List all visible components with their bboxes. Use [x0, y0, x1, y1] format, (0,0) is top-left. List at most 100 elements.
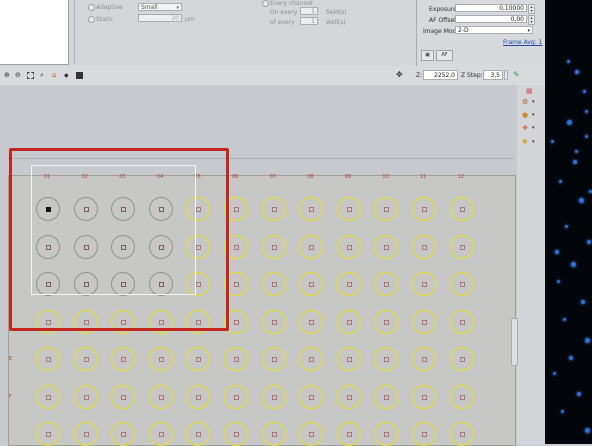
- chevron-down-icon[interactable]: ▾: [532, 125, 535, 131]
- well-site[interactable]: [309, 357, 315, 362]
- well[interactable]: [412, 272, 436, 296]
- af-button[interactable]: AF: [436, 50, 453, 61]
- well[interactable]: [336, 384, 361, 409]
- well-site[interactable]: [46, 394, 51, 400]
- lightbulb-icon[interactable]: ✱: [522, 138, 528, 146]
- well[interactable]: [336, 272, 361, 296]
- well-site[interactable]: [46, 432, 51, 437]
- well[interactable]: [186, 384, 211, 409]
- well[interactable]: [36, 422, 60, 446]
- well-site[interactable]: [422, 207, 427, 212]
- well[interactable]: [412, 422, 436, 446]
- pencil-icon[interactable]: ✎: [513, 70, 520, 79]
- well-site[interactable]: [46, 357, 51, 362]
- well-site[interactable]: [271, 319, 277, 325]
- well-site[interactable]: [271, 282, 277, 287]
- wells-tool-icon[interactable]: ⚙: [522, 98, 528, 106]
- well[interactable]: [374, 384, 399, 409]
- well-site[interactable]: [422, 432, 427, 437]
- well-site[interactable]: [384, 432, 390, 437]
- well[interactable]: [148, 347, 173, 371]
- well[interactable]: [111, 422, 136, 446]
- well[interactable]: [449, 422, 474, 446]
- well-site[interactable]: [271, 244, 277, 250]
- well-site[interactable]: [459, 282, 465, 287]
- well-site[interactable]: [234, 432, 239, 437]
- well-site[interactable]: [346, 207, 352, 212]
- every-channel-radio[interactable]: [262, 0, 269, 7]
- well[interactable]: [336, 309, 361, 334]
- af-offset-spinner[interactable]: ▴ ▾: [528, 15, 535, 25]
- dots-tool-icon[interactable]: ●: [522, 111, 528, 119]
- well[interactable]: [336, 197, 361, 221]
- well-site[interactable]: [271, 432, 277, 437]
- well-site[interactable]: [83, 357, 89, 362]
- well[interactable]: [299, 197, 324, 221]
- well-site[interactable]: [346, 432, 352, 437]
- z-field[interactable]: 2252,0: [423, 70, 458, 80]
- well-site[interactable]: [459, 394, 465, 400]
- well-site[interactable]: [384, 394, 390, 400]
- well-site[interactable]: [121, 394, 127, 400]
- well-site[interactable]: [384, 357, 390, 362]
- well-site[interactable]: [158, 357, 164, 362]
- well-site[interactable]: [459, 432, 465, 437]
- z-step-spinner[interactable]: [504, 70, 508, 80]
- well-site[interactable]: [83, 432, 89, 437]
- well[interactable]: [261, 347, 286, 371]
- af-offset-field[interactable]: 0,00: [455, 15, 527, 23]
- fill-icon[interactable]: ◆: [64, 72, 71, 79]
- well[interactable]: [449, 272, 474, 296]
- exposure-spinner[interactable]: ▴ ▾: [528, 4, 535, 14]
- well-site[interactable]: [346, 244, 352, 250]
- well-site[interactable]: [346, 357, 352, 362]
- well-site[interactable]: [309, 319, 315, 325]
- well-site[interactable]: [121, 357, 127, 362]
- well[interactable]: [111, 384, 136, 409]
- chevron-down-icon[interactable]: ▾: [532, 112, 535, 118]
- well-site[interactable]: [271, 357, 277, 362]
- well-site[interactable]: [384, 319, 390, 325]
- well[interactable]: [449, 309, 474, 334]
- zoom-in-icon[interactable]: ⊕: [4, 72, 11, 79]
- well-site[interactable]: [384, 282, 390, 287]
- well[interactable]: [111, 347, 136, 371]
- chevron-down-icon[interactable]: ▾: [532, 99, 535, 105]
- well[interactable]: [148, 422, 173, 446]
- well-site[interactable]: [384, 244, 390, 250]
- vertical-scrollbar[interactable]: [511, 318, 518, 366]
- well-site[interactable]: [271, 207, 277, 212]
- well[interactable]: [148, 384, 173, 409]
- well[interactable]: [412, 197, 436, 221]
- well-site[interactable]: [196, 357, 202, 362]
- well[interactable]: [299, 422, 324, 446]
- well[interactable]: [261, 197, 286, 221]
- well[interactable]: [449, 234, 474, 259]
- well-site[interactable]: [196, 394, 202, 400]
- frame-avg-link[interactable]: Frame Avg: 1: [503, 39, 542, 46]
- select-region-icon[interactable]: [27, 72, 34, 79]
- well[interactable]: [412, 384, 436, 409]
- stop-icon[interactable]: [76, 72, 83, 79]
- well[interactable]: [336, 234, 361, 259]
- well-site[interactable]: [346, 394, 352, 400]
- well-site[interactable]: [234, 394, 239, 400]
- well-site[interactable]: [158, 432, 164, 437]
- well-site[interactable]: [346, 282, 352, 287]
- well[interactable]: [36, 384, 60, 409]
- well[interactable]: [224, 422, 248, 446]
- well-site[interactable]: [384, 207, 390, 212]
- well-site[interactable]: [309, 207, 315, 212]
- well-site[interactable]: [309, 244, 315, 250]
- well[interactable]: [299, 234, 324, 259]
- static-radio[interactable]: [88, 16, 95, 23]
- zoom-out-icon[interactable]: ⊖: [15, 72, 22, 79]
- well[interactable]: [336, 422, 361, 446]
- well[interactable]: [73, 422, 98, 446]
- well[interactable]: [299, 384, 324, 409]
- well[interactable]: [336, 347, 361, 371]
- well-site[interactable]: [422, 244, 427, 250]
- well[interactable]: [261, 272, 286, 296]
- grid-icon[interactable]: ▦: [526, 87, 533, 95]
- well-site[interactable]: [234, 207, 239, 212]
